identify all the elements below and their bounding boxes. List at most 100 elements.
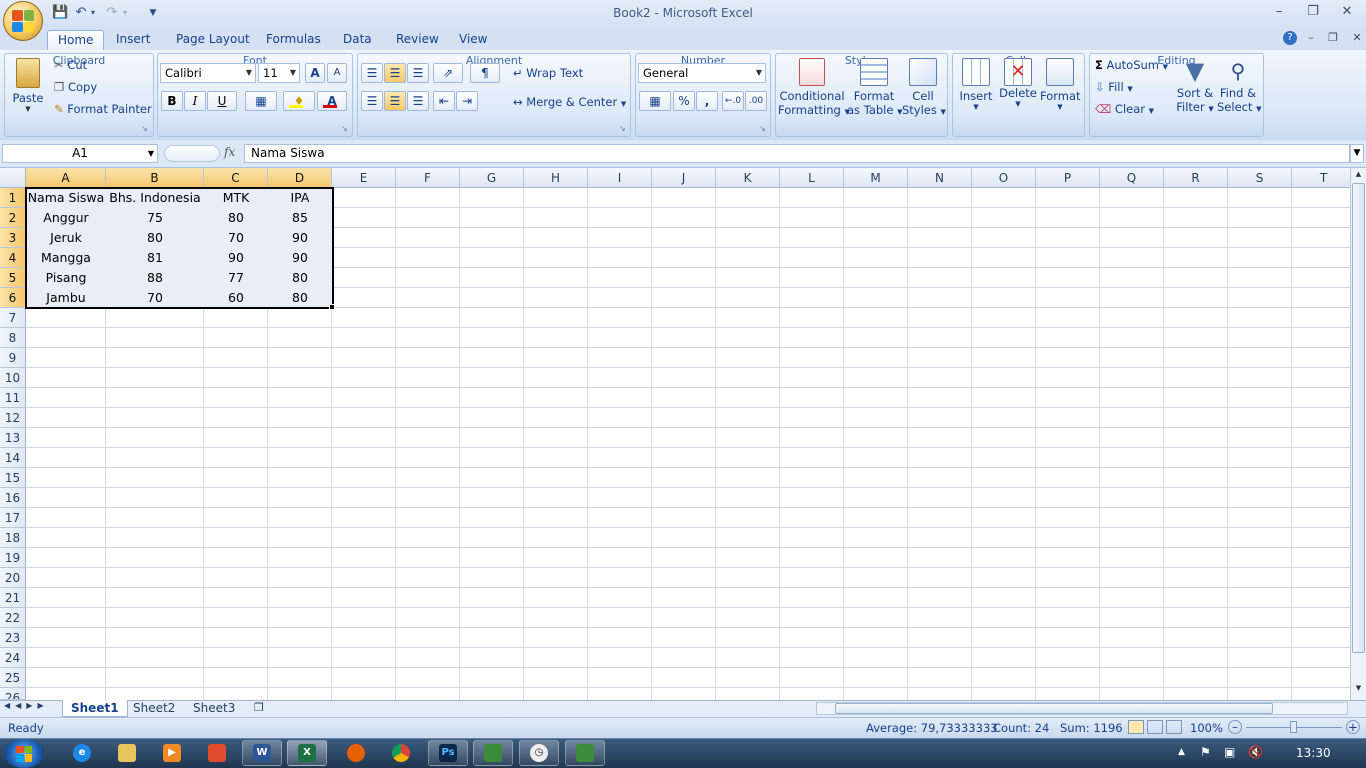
- minimize-icon[interactable]: –: [1266, 3, 1292, 21]
- row-header-16[interactable]: 16: [0, 488, 26, 508]
- zoom-level[interactable]: 100%: [1190, 721, 1223, 735]
- insert-function-icon[interactable]: fx: [224, 145, 235, 159]
- align-center-button[interactable]: ☰: [384, 91, 406, 111]
- row-header-1[interactable]: 1: [0, 188, 26, 208]
- borders-button[interactable]: ▦: [245, 91, 277, 111]
- grow-font-button[interactable]: A: [305, 63, 325, 83]
- row-header-15[interactable]: 15: [0, 468, 26, 488]
- taskbar-firefox[interactable]: [336, 740, 376, 766]
- column-header-i[interactable]: I: [588, 168, 652, 188]
- column-header-o[interactable]: O: [972, 168, 1036, 188]
- scroll-up-icon[interactable]: ▲: [1353, 170, 1364, 181]
- row-header-18[interactable]: 18: [0, 528, 26, 548]
- row-header-24[interactable]: 24: [0, 648, 26, 668]
- bold-button[interactable]: B: [161, 91, 183, 111]
- paste-button[interactable]: Paste ▼: [10, 56, 46, 113]
- column-header-r[interactable]: R: [1164, 168, 1228, 188]
- row-header-9[interactable]: 9: [0, 348, 26, 368]
- orientation-button[interactable]: ⇗: [433, 63, 463, 83]
- tab-review[interactable]: Review: [386, 30, 449, 50]
- close-icon[interactable]: ✕: [1334, 3, 1360, 21]
- fill-color-button[interactable]: ♦: [283, 91, 315, 111]
- horizontal-scrollbar[interactable]: [816, 702, 1348, 715]
- horizontal-scroll-thumb[interactable]: [835, 703, 1273, 714]
- workbook-restore-icon[interactable]: ❐: [1320, 29, 1346, 47]
- column-header-d[interactable]: D: [268, 168, 332, 188]
- office-button[interactable]: [3, 1, 43, 41]
- taskbar-excel[interactable]: X: [287, 740, 327, 766]
- tray-expand-icon[interactable]: ▲: [1178, 747, 1185, 757]
- vertical-scrollbar[interactable]: ▲ ▼: [1350, 168, 1366, 700]
- row-header-7[interactable]: 7: [0, 308, 26, 328]
- sheet-tab-3[interactable]: Sheet3: [185, 700, 243, 717]
- font-name-dropdown[interactable]: Calibri ▼: [160, 63, 256, 83]
- alignment-launcher-icon[interactable]: ↘: [619, 124, 626, 133]
- row-header-11[interactable]: 11: [0, 388, 26, 408]
- row-header-17[interactable]: 17: [0, 508, 26, 528]
- sheet-nav-arrows[interactable]: ◀◀▶▶: [4, 701, 49, 710]
- workbook-close-icon[interactable]: ✕: [1344, 29, 1366, 47]
- increase-indent-button[interactable]: ⇥: [456, 91, 478, 111]
- number-format-dropdown[interactable]: General ▼: [638, 63, 766, 83]
- column-header-p[interactable]: P: [1036, 168, 1100, 188]
- expand-formula-bar-icon[interactable]: ▼: [1350, 144, 1364, 163]
- sort-filter-button[interactable]: ▼ Sort & Filter ▼: [1174, 56, 1216, 118]
- network-icon[interactable]: ▣: [1224, 745, 1235, 759]
- merge-center-button[interactable]: ↔ Merge & Center ▼: [513, 95, 626, 109]
- column-header-h[interactable]: H: [524, 168, 588, 188]
- column-header-c[interactable]: C: [204, 168, 268, 188]
- row-header-3[interactable]: 3: [0, 228, 26, 248]
- copy-button[interactable]: ❐ Copy: [54, 80, 97, 94]
- taskbar-clock-app[interactable]: ◷: [519, 740, 559, 766]
- wrap-text-button[interactable]: ↵ Wrap Text: [513, 66, 583, 80]
- row-header-26[interactable]: 26: [0, 688, 26, 700]
- row-header-21[interactable]: 21: [0, 588, 26, 608]
- comma-button[interactable]: ,: [696, 91, 718, 111]
- sheet-tab-1[interactable]: Sheet1: [62, 700, 128, 717]
- name-box[interactable]: A1 ▼: [2, 144, 158, 163]
- insert-sheet-icon[interactable]: ❐: [246, 700, 272, 717]
- column-header-m[interactable]: M: [844, 168, 908, 188]
- taskbar-app[interactable]: [197, 740, 237, 766]
- font-launcher-icon[interactable]: ↘: [341, 124, 348, 133]
- column-header-t[interactable]: T: [1292, 168, 1356, 188]
- select-all-button[interactable]: [0, 168, 26, 188]
- row-header-25[interactable]: 25: [0, 668, 26, 688]
- shrink-font-button[interactable]: A: [327, 63, 347, 83]
- tab-formulas[interactable]: Formulas: [256, 30, 331, 50]
- volume-muted-icon[interactable]: 🔇: [1248, 745, 1263, 759]
- row-header-8[interactable]: 8: [0, 328, 26, 348]
- taskbar-camtasia[interactable]: [473, 740, 513, 766]
- column-header-a[interactable]: A: [26, 168, 106, 188]
- column-header-g[interactable]: G: [460, 168, 524, 188]
- cell-styles-button[interactable]: Cell Styles ▼: [902, 56, 946, 118]
- column-header-l[interactable]: L: [780, 168, 844, 188]
- taskbar-explorer[interactable]: [107, 740, 147, 766]
- formula-input[interactable]: Nama Siswa: [244, 144, 1350, 163]
- help-icon[interactable]: ?: [1283, 31, 1297, 45]
- fill-button[interactable]: ⇩ Fill ▼: [1095, 80, 1133, 94]
- font-size-dropdown[interactable]: 11 ▼: [258, 63, 300, 83]
- action-center-flag-icon[interactable]: ⚑: [1200, 745, 1211, 759]
- row-header-6[interactable]: 6: [0, 288, 26, 308]
- format-painter-button[interactable]: ✎ Format Painter: [54, 102, 152, 116]
- scroll-down-icon[interactable]: ▼: [1353, 684, 1364, 695]
- row-header-4[interactable]: 4: [0, 248, 26, 268]
- row-header-2[interactable]: 2: [0, 208, 26, 228]
- align-top-button[interactable]: ☰: [361, 63, 383, 83]
- taskbar-chrome[interactable]: [381, 740, 421, 766]
- taskbar-photoshop[interactable]: Ps: [428, 740, 468, 766]
- row-header-19[interactable]: 19: [0, 548, 26, 568]
- row-header-20[interactable]: 20: [0, 568, 26, 588]
- tab-page-layout[interactable]: Page Layout: [166, 30, 260, 50]
- column-header-s[interactable]: S: [1228, 168, 1292, 188]
- normal-view-icon[interactable]: [1128, 720, 1144, 734]
- find-select-button[interactable]: ⚲ Find & Select ▼: [1217, 56, 1262, 118]
- insert-cells-button[interactable]: Insert ▼: [956, 56, 996, 118]
- page-break-view-icon[interactable]: [1166, 720, 1182, 734]
- zoom-slider-thumb[interactable]: [1290, 721, 1297, 733]
- column-header-n[interactable]: N: [908, 168, 972, 188]
- cut-button[interactable]: ✂ Cut: [54, 58, 87, 72]
- taskbar-media-player[interactable]: ▶: [152, 740, 192, 766]
- align-middle-button[interactable]: ☰: [384, 63, 406, 83]
